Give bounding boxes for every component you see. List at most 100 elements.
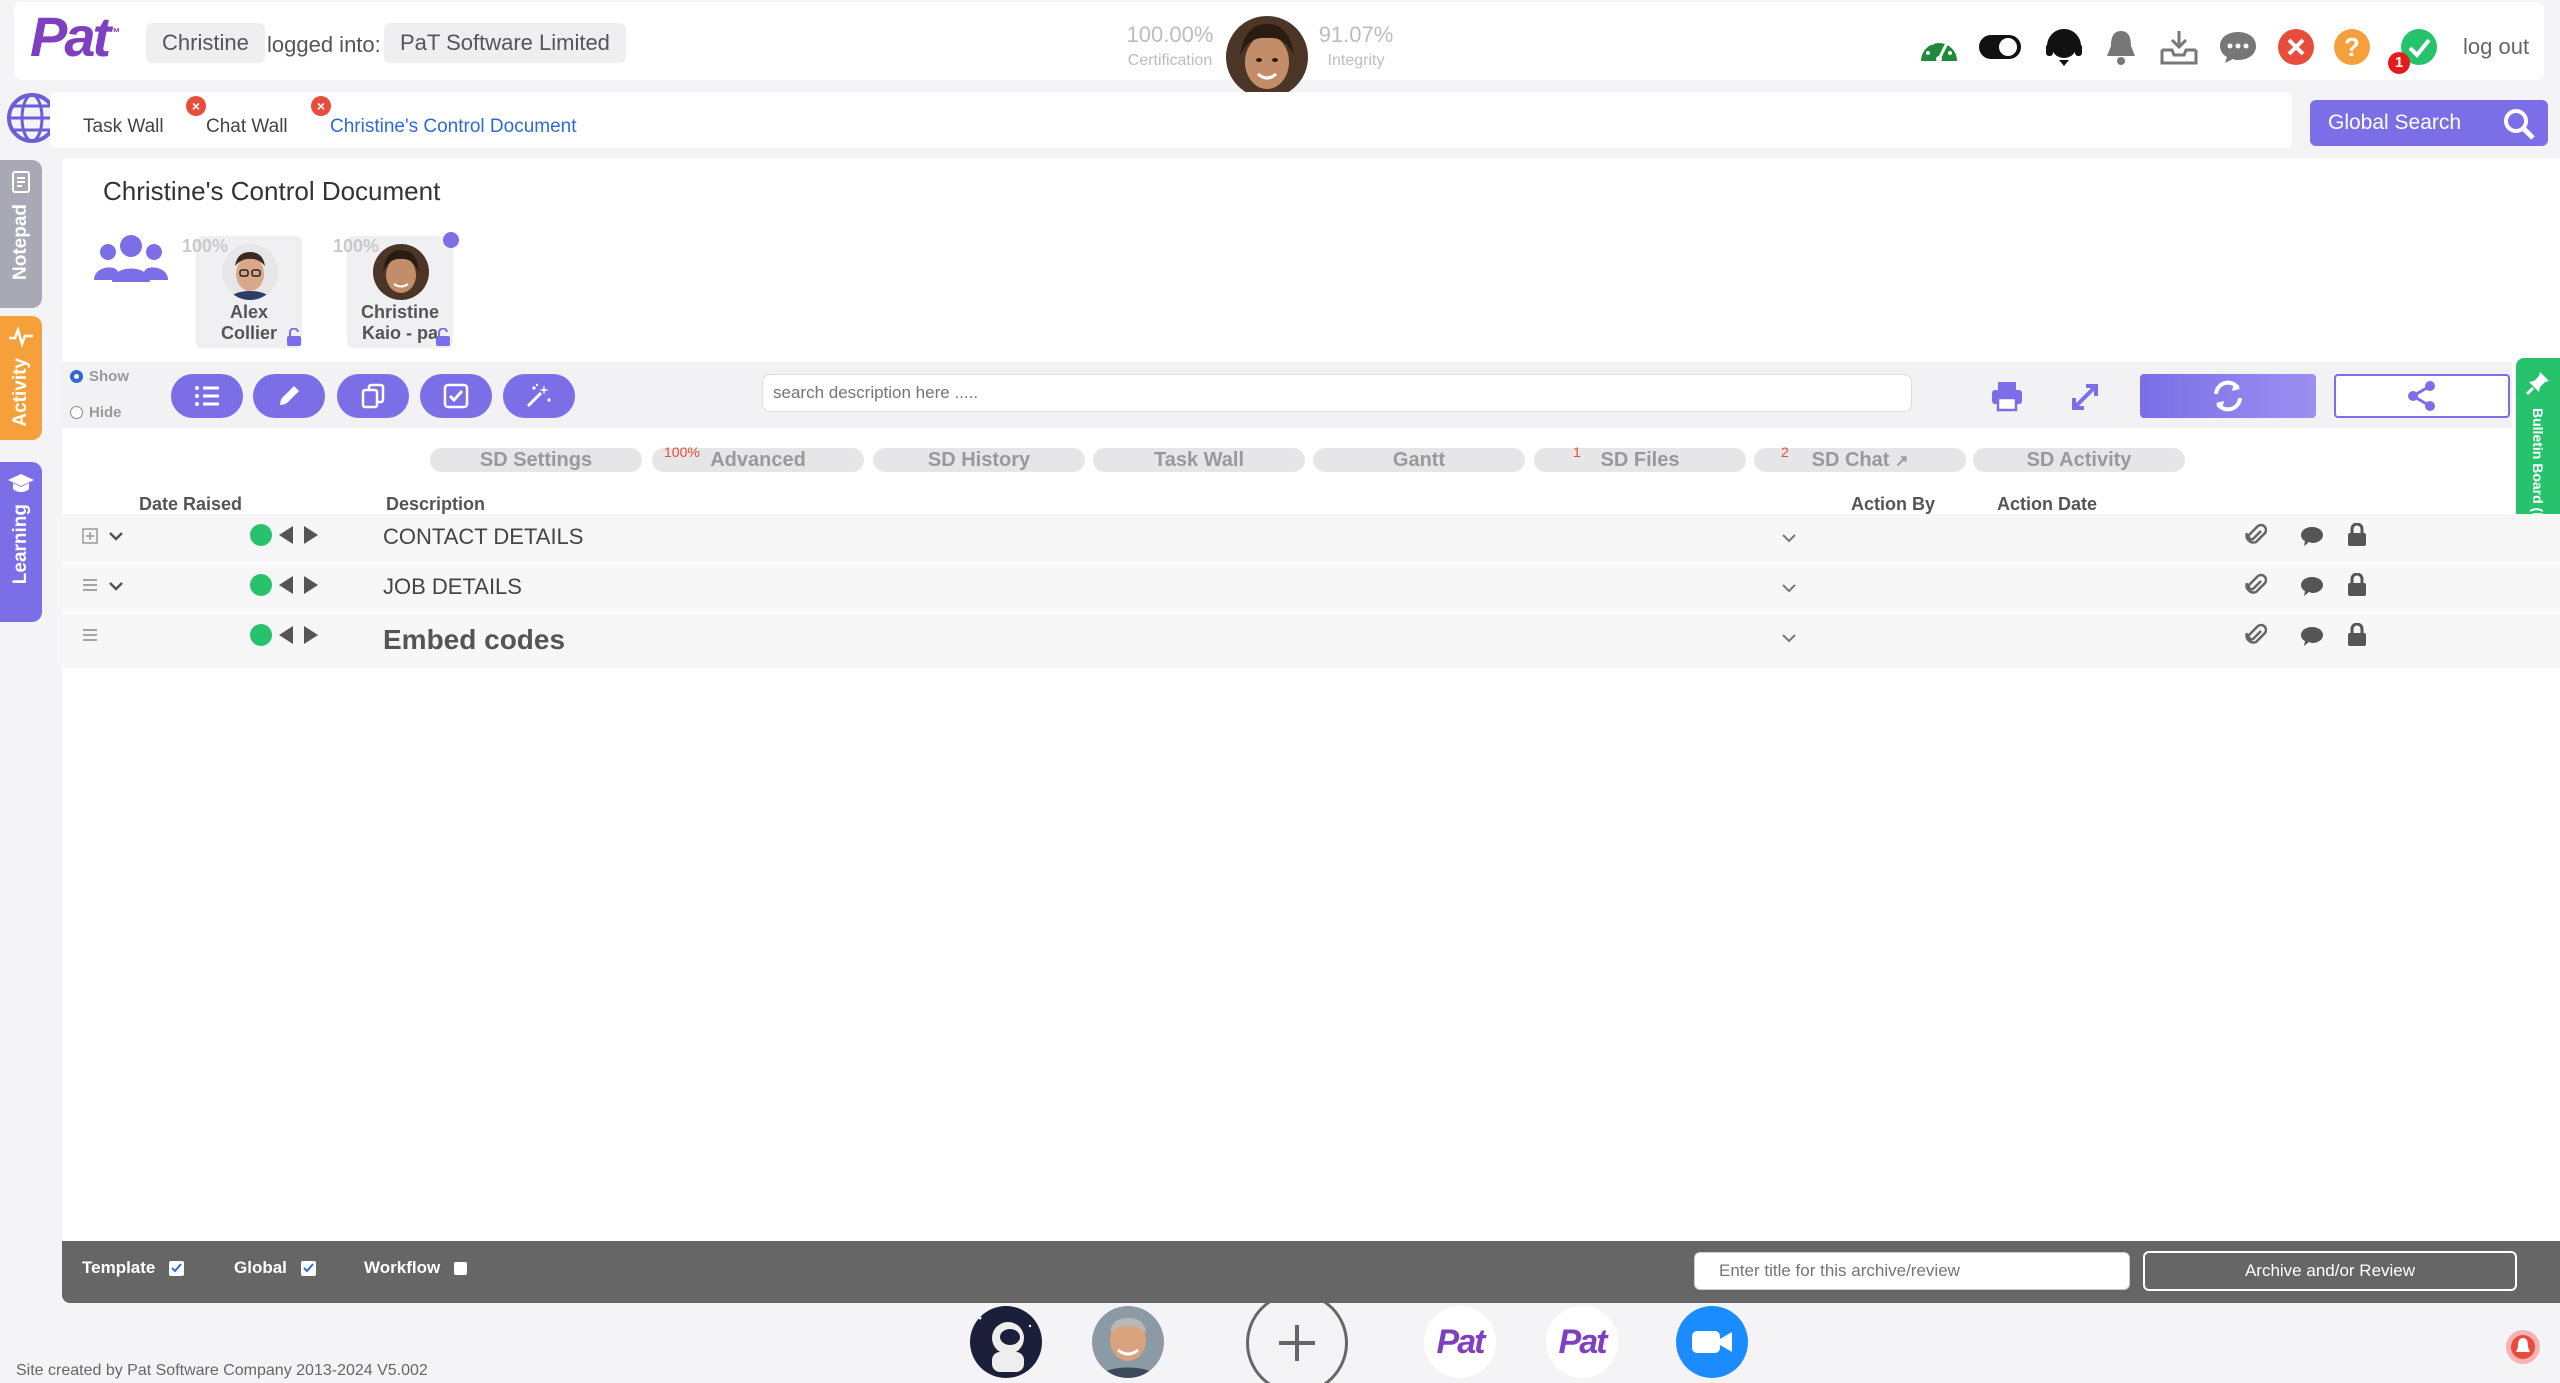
share-button[interactable] xyxy=(2334,374,2510,418)
row-description[interactable]: Embed codes xyxy=(383,624,565,656)
copy-button[interactable] xyxy=(337,374,409,418)
paperclip-icon[interactable] xyxy=(2245,623,2267,647)
subtab-sd-settings[interactable]: SD Settings xyxy=(430,448,642,472)
col-action-date[interactable]: Action Date xyxy=(1997,494,2097,515)
template-option[interactable]: Template xyxy=(82,1258,185,1278)
row-dropdown-icon[interactable] xyxy=(1781,583,1797,593)
dock-add-button[interactable] xyxy=(1246,1292,1348,1383)
global-search-button[interactable]: Global Search xyxy=(2310,100,2548,146)
paperclip-icon[interactable] xyxy=(2245,523,2267,547)
close-tab-chat-wall-icon[interactable]: × xyxy=(186,96,206,116)
print-icon[interactable] xyxy=(1990,380,2024,412)
drag-handle-icon[interactable] xyxy=(82,628,98,642)
help-icon[interactable]: ? xyxy=(2330,25,2374,69)
lock-icon[interactable] xyxy=(2347,523,2367,547)
workflow-option[interactable]: Workflow xyxy=(364,1258,468,1278)
bell-icon[interactable] xyxy=(2099,25,2143,69)
dashboard-gauge-icon[interactable] xyxy=(1917,25,1961,69)
chat-icon[interactable] xyxy=(2216,25,2260,69)
close-tab-control-document-icon[interactable]: × xyxy=(311,96,331,116)
toggle-icon[interactable] xyxy=(1978,25,2022,69)
edit-button[interactable] xyxy=(253,374,325,418)
paperclip-icon[interactable] xyxy=(2245,573,2267,597)
dock-man-avatar[interactable] xyxy=(1092,1306,1164,1378)
drag-handle-icon[interactable] xyxy=(82,578,98,592)
notepad-label: Notepad xyxy=(10,204,31,280)
global-checkbox[interactable] xyxy=(300,1260,316,1276)
arrow-right-icon[interactable] xyxy=(303,625,319,645)
notification-alert-icon[interactable] xyxy=(2504,1328,2542,1366)
arrow-right-icon[interactable] xyxy=(303,525,319,545)
show-radio[interactable]: Show xyxy=(70,368,129,385)
comment-icon[interactable] xyxy=(2300,575,2324,597)
notepad-icon xyxy=(12,171,30,193)
share-icon xyxy=(2408,381,2435,411)
arrow-left-icon[interactable] xyxy=(278,575,294,595)
video-camera-icon xyxy=(1692,1331,1732,1353)
subtab-sd-files[interactable]: SD Files xyxy=(1534,448,1746,472)
online-status-dot xyxy=(443,232,459,248)
inbox-download-icon[interactable] xyxy=(2157,25,2201,69)
arrow-right-icon[interactable] xyxy=(303,575,319,595)
comment-icon[interactable] xyxy=(2300,525,2324,547)
show-radio-dot[interactable] xyxy=(70,370,83,383)
magic-button[interactable] xyxy=(503,374,575,418)
global-option[interactable]: Global xyxy=(234,1258,316,1278)
hide-radio-dot[interactable] xyxy=(70,406,83,419)
expand-row-icon[interactable] xyxy=(82,528,98,544)
col-description[interactable]: Description xyxy=(386,494,485,515)
workflow-checkbox[interactable] xyxy=(454,1261,468,1275)
unlock-icon[interactable] xyxy=(435,328,451,346)
archive-title-input[interactable] xyxy=(1694,1252,2130,1290)
lock-icon[interactable] xyxy=(2347,573,2367,597)
chevron-down-icon[interactable] xyxy=(108,530,124,542)
subtab-sd-activity[interactable]: SD Activity xyxy=(1973,448,2185,472)
task-badge: 1 xyxy=(2388,52,2410,74)
learning-rail-tab[interactable]: Learning xyxy=(0,462,42,622)
unlock-icon[interactable] xyxy=(286,328,302,346)
row-description[interactable]: CONTACT DETAILS xyxy=(383,524,583,550)
subtab-gantt[interactable]: Gantt xyxy=(1313,448,1525,472)
chevron-down-icon[interactable] xyxy=(108,580,124,592)
tab-task-wall[interactable]: Task Wall xyxy=(83,116,164,138)
row-description[interactable]: JOB DETAILS xyxy=(383,574,522,600)
activity-rail-tab[interactable]: Activity xyxy=(0,316,42,440)
member-card-alex[interactable]: 100% Alex Collier xyxy=(182,236,302,348)
pat-logo[interactable]: Pat™ xyxy=(30,4,120,69)
subtab-task-wall[interactable]: Task Wall xyxy=(1093,448,1305,472)
dock-video-call[interactable] xyxy=(1676,1306,1748,1378)
checklist-button[interactable] xyxy=(420,374,492,418)
col-action-by[interactable]: Action By xyxy=(1851,494,1935,515)
dock-pat-app-2[interactable]: Pat xyxy=(1546,1306,1618,1378)
archive-review-button[interactable]: Archive and/or Review xyxy=(2143,1251,2517,1291)
lock-icon[interactable] xyxy=(2347,623,2367,647)
certification-stat: 100.00% Certification xyxy=(1120,22,1220,70)
refresh-button[interactable] xyxy=(2140,374,2316,418)
dock-astronaut-avatar[interactable] xyxy=(970,1306,1042,1378)
dock-pat-app-1[interactable]: Pat xyxy=(1424,1306,1496,1378)
tab-control-document[interactable]: Christine's Control Document xyxy=(330,116,577,138)
comment-icon[interactable] xyxy=(2300,625,2324,647)
row-dropdown-icon[interactable] xyxy=(1781,633,1797,643)
template-checkbox[interactable] xyxy=(169,1260,185,1276)
learning-label: Learning xyxy=(10,504,31,585)
arrow-left-icon[interactable] xyxy=(278,625,294,645)
team-members-icon[interactable] xyxy=(94,232,168,288)
logout-link[interactable]: log out xyxy=(2463,34,2529,60)
close-circle-icon[interactable] xyxy=(2274,25,2318,69)
site-credit: Site created by Pat Software Company 201… xyxy=(16,1362,428,1379)
list-button[interactable] xyxy=(171,374,243,418)
expand-icon[interactable] xyxy=(2070,382,2100,412)
pencil-icon xyxy=(280,386,299,405)
search-description-input[interactable] xyxy=(762,374,1912,412)
member-card-christine[interactable]: 100% Christine Kaio - pa xyxy=(333,232,459,348)
support-headset-icon[interactable] xyxy=(2042,26,2086,70)
notepad-rail-tab[interactable]: Notepad xyxy=(0,160,42,308)
arrow-left-icon[interactable] xyxy=(278,525,294,545)
hide-radio[interactable]: Hide xyxy=(70,404,122,421)
subtab-sd-history[interactable]: SD History xyxy=(873,448,1085,472)
col-date-raised[interactable]: Date Raised xyxy=(139,494,242,515)
row-dropdown-icon[interactable] xyxy=(1781,533,1797,543)
tab-chat-wall[interactable]: Chat Wall xyxy=(206,116,288,138)
current-user-avatar[interactable] xyxy=(1226,16,1308,98)
